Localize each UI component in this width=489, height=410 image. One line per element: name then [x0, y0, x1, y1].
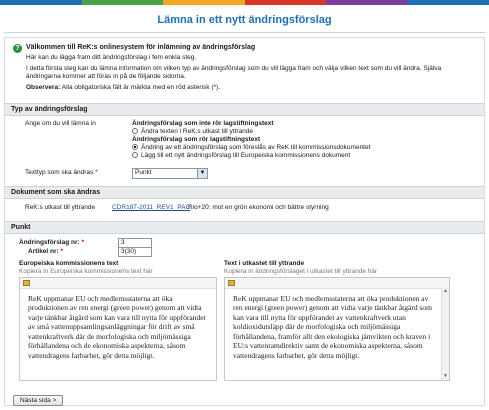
document-section: ReK:s utkast till yttrande CDR187-2011_R…	[5, 199, 484, 217]
option-lagg-till[interactable]: Lägg till ett nytt ändringsförslag till …	[132, 151, 370, 159]
option-andra-texten[interactable]: Ändra texten i ReK:s utkast till yttrand…	[132, 127, 370, 135]
left-column-hint: Kopiera in Europeiska kommissionens text…	[19, 267, 153, 275]
right-column-hint: Kopiera in ändringsförslaget i utkastet …	[224, 267, 378, 275]
question-circle-icon: ?	[13, 44, 22, 53]
scroll-down-icon[interactable]: ▼	[442, 373, 449, 380]
document-title: Rio+20: mot en grön ekonomi och bättre s…	[188, 203, 329, 211]
radio-andra-texten[interactable]	[132, 127, 138, 134]
welcome-line2: I detta första steg kan du lämna informa…	[26, 65, 442, 81]
chevron-down-icon[interactable]: ▼	[197, 168, 207, 178]
group1-title: Ändringsförslag som inte rör lagstiftnin…	[132, 119, 274, 127]
left-editor-text[interactable]: ReK uppmanar EU och medlemsstaterna att …	[20, 289, 216, 366]
document-link[interactable]: CDR187-2011_REV1_PAC	[112, 204, 190, 211]
editor-scrollbar[interactable]: ▲ ▼	[441, 287, 449, 380]
artikel-nr-input[interactable]: 3(30)	[118, 246, 152, 257]
form-panel: ? Välkommen till ReK:s onlinesystem för …	[4, 37, 485, 406]
section-header-document: Dokument som ska ändras	[5, 185, 484, 199]
left-text-editor[interactable]: ReK uppmanar EU och medlemsstaterna att …	[19, 276, 217, 381]
section-header-type: Typ av ändringsförslag	[5, 102, 484, 116]
radio-andring-av-andringsforslag[interactable]	[132, 143, 138, 150]
texttyp-label: Texttyp som ska ändras *	[25, 168, 98, 176]
scroll-up-icon[interactable]: ▲	[442, 288, 449, 295]
welcome-line1: Här kan du lägga fram ditt ändringsförsl…	[26, 54, 197, 61]
right-text-editor[interactable]: ReK uppmanar EU och medlemsstaterna att …	[224, 276, 450, 381]
punkt-section: Ändringsförslag nr: * 3 Artikel nr: * 3(…	[5, 234, 484, 381]
next-page-button[interactable]: Nästa sida >	[13, 395, 64, 406]
type-section: Ange om du vill lämna in Ändringsförslag…	[5, 116, 484, 179]
right-editor-text[interactable]: ReK uppmanar EU och medlemsstaterna att …	[225, 289, 449, 366]
group2-title: Ändringsförslag som rör lagstiftningstex…	[132, 135, 261, 143]
brand-color-bar	[0, 0, 489, 5]
edit-toolbar-icon[interactable]	[23, 279, 30, 286]
artikel-label: Artikel nr: *	[28, 247, 64, 255]
welcome-box: ? Välkommen till ReK:s onlinesystem för …	[5, 38, 484, 99]
texttyp-select[interactable]: Punkt ▼	[132, 167, 208, 179]
andring-label: Ändringsförslag nr: *	[19, 238, 85, 246]
radio-lagg-till[interactable]	[132, 151, 138, 158]
edit-toolbar-icon[interactable]	[228, 279, 235, 286]
right-column-title: Text i utkastet till yttrande	[224, 259, 305, 267]
left-column-title: Europeiska kommissionens text	[19, 259, 119, 267]
document-label: ReK:s utkast till yttrande	[25, 203, 96, 211]
welcome-heading: Välkommen till ReK:s onlinesystem för in…	[26, 44, 256, 51]
ange-label: Ange om du vill lämna in	[25, 119, 96, 127]
option-andring-av-andringsforslag[interactable]: Ändring av ett ändringsförslag som föres…	[132, 143, 370, 151]
page-title: Lämna in ett nytt ändringsförslag	[4, 5, 485, 33]
observe-note: Observera: Alla obligatoriska fält är mä…	[26, 84, 221, 92]
section-header-punkt: Punkt	[5, 220, 484, 234]
